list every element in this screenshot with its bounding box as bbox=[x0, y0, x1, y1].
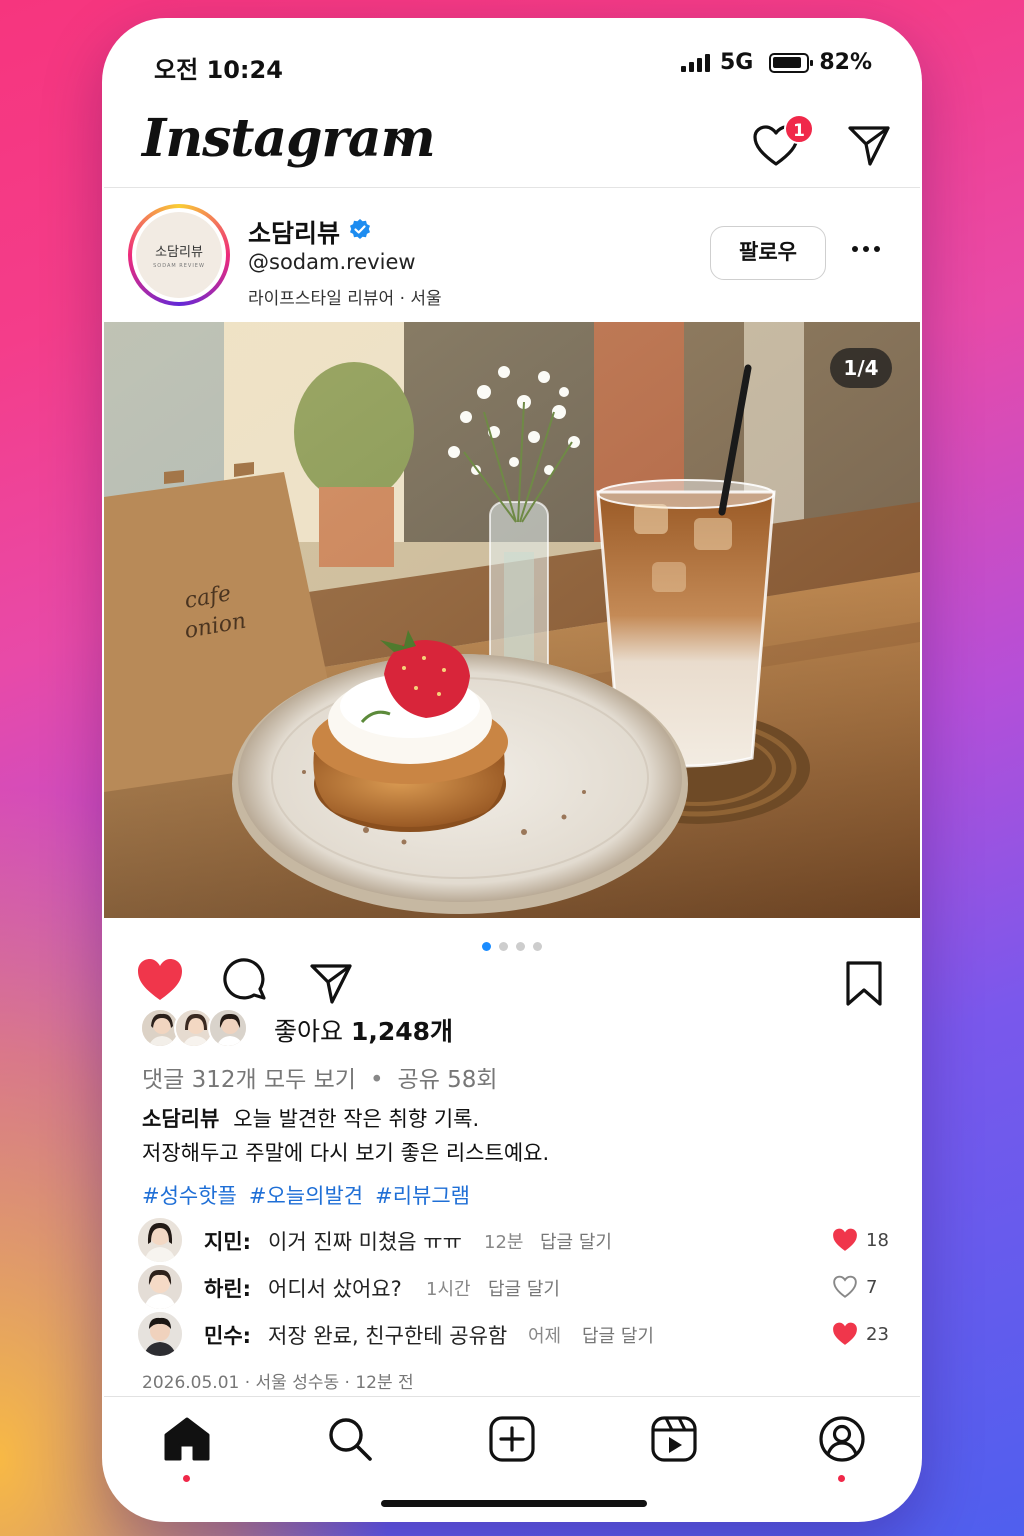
comment-text: 이거 진짜 미쳤음 ㅠㅠ bbox=[268, 1230, 462, 1254]
send-icon[interactable] bbox=[846, 122, 892, 168]
hashtag-link[interactable]: #오늘의발견 bbox=[249, 1184, 363, 1208]
network-label: 5G bbox=[719, 50, 754, 75]
avatar[interactable]: 소담리뷰 SODAM REVIEW bbox=[128, 204, 230, 306]
view-comments-link[interactable]: 댓글 312개 모두 보기 bbox=[142, 1067, 356, 1093]
carousel-dot[interactable] bbox=[516, 942, 525, 951]
reply-button[interactable]: 답글 달기 bbox=[488, 1275, 560, 1301]
comment-like-heart-icon[interactable] bbox=[832, 1228, 858, 1252]
status-indicators: 5G 82% bbox=[680, 50, 872, 75]
like-heart-icon[interactable] bbox=[136, 958, 184, 1002]
caption-author[interactable]: 소담리뷰 bbox=[142, 1107, 219, 1131]
avatar-logo-text: 소담리뷰 bbox=[155, 245, 203, 260]
comment-like-heart-outline-icon[interactable] bbox=[832, 1275, 858, 1299]
carousel-dot[interactable] bbox=[533, 942, 542, 951]
commenter-avatar[interactable] bbox=[138, 1312, 182, 1356]
post-actions bbox=[104, 932, 920, 1010]
create-post-icon[interactable] bbox=[488, 1415, 536, 1463]
reply-button[interactable]: 답글 달기 bbox=[582, 1322, 654, 1348]
comment-like-count: 18 bbox=[866, 1230, 889, 1251]
post-meta: 댓글 312개 모두 보기 • 공유 58회 bbox=[142, 1060, 498, 1094]
commenter-name[interactable]: 지민: bbox=[204, 1226, 251, 1256]
comment-list: 지민: 이거 진짜 미쳤음 ㅠㅠ 12분 답글 달기 18 하린: 어디서 샀어… bbox=[138, 1218, 898, 1359]
hashtags: #성수핫플 #오늘의발견 #리뷰그램 bbox=[142, 1180, 482, 1210]
carousel-dot[interactable] bbox=[499, 942, 508, 951]
battery-percent: 82% bbox=[819, 50, 872, 75]
avatar-logo-subtext: SODAM REVIEW bbox=[153, 263, 205, 269]
comment-item: 지민: 이거 진짜 미쳤음 ㅠㅠ 12분 답글 달기 18 bbox=[138, 1218, 898, 1264]
comment-item: 하린: 어디서 샀어요? 1시간 답글 달기 7 bbox=[138, 1265, 898, 1311]
instagram-logo[interactable]: Instagram bbox=[142, 108, 436, 169]
status-bar: 오전 10:24 5G 82% bbox=[104, 20, 920, 106]
bookmark-icon[interactable] bbox=[844, 960, 884, 1008]
comment-icon[interactable] bbox=[222, 958, 270, 1006]
comment-time: 12분 bbox=[484, 1232, 524, 1253]
commenter-name[interactable]: 민수: bbox=[204, 1320, 251, 1350]
chevron-down-icon[interactable] bbox=[394, 134, 416, 148]
verified-badge-icon bbox=[350, 219, 370, 239]
profile-icon[interactable] bbox=[818, 1415, 866, 1463]
signal-icon bbox=[680, 53, 710, 72]
notification-badge: 1 bbox=[784, 114, 814, 144]
carousel-dots bbox=[482, 942, 542, 951]
reply-button[interactable]: 답글 달기 bbox=[540, 1228, 612, 1254]
more-options-icon[interactable] bbox=[852, 246, 880, 252]
app-header: Instagram 1 bbox=[104, 106, 920, 188]
caption-line-1: 오늘 발견한 작은 취향 기록. bbox=[233, 1107, 480, 1131]
comment-time: 어제 bbox=[528, 1326, 562, 1347]
comment-like-count: 7 bbox=[866, 1277, 878, 1298]
comment-time: 1시간 bbox=[426, 1279, 471, 1300]
author-name[interactable]: 소담리뷰 bbox=[248, 214, 340, 250]
profile-notification-dot bbox=[838, 1475, 845, 1482]
slide-indicator: 1/4 bbox=[830, 348, 892, 388]
home-indicator bbox=[381, 1500, 647, 1507]
comment-item: 민수: 저장 완료, 친구한테 공유함 어제 답글 달기 23 bbox=[138, 1312, 898, 1358]
hashtag-link[interactable]: #리뷰그램 bbox=[375, 1184, 470, 1208]
comment-text: 어디서 샀어요? bbox=[268, 1277, 402, 1301]
liker-avatar bbox=[208, 1008, 248, 1048]
cafe-photo-illustration: cafe onion bbox=[104, 322, 920, 918]
battery-icon bbox=[769, 52, 814, 73]
post-author: 소담리뷰 SODAM REVIEW 소담리뷰 @sodam.review 라이프… bbox=[104, 190, 920, 320]
comment-like-count: 23 bbox=[866, 1324, 889, 1345]
comment-text: 저장 완료, 친구한테 공유함 bbox=[268, 1324, 508, 1348]
home-icon[interactable] bbox=[162, 1415, 212, 1463]
carousel-dot-active[interactable] bbox=[482, 942, 491, 951]
comment-like-heart-icon[interactable] bbox=[832, 1322, 858, 1346]
post-caption: 소담리뷰 오늘 발견한 작은 취향 기록. 저장해두고 주말에 다시 보기 좋은 … bbox=[142, 1102, 862, 1170]
liker-avatars bbox=[140, 1008, 260, 1050]
post-date-location: 2026.05.01 · 서울 성수동 · 12분 전 bbox=[142, 1373, 414, 1393]
share-count: 공유 58회 bbox=[397, 1067, 498, 1093]
search-icon[interactable] bbox=[326, 1415, 374, 1463]
author-handle[interactable]: @sodam.review bbox=[248, 250, 416, 274]
reels-icon[interactable] bbox=[650, 1415, 698, 1463]
meta-separator: • bbox=[369, 1067, 384, 1093]
share-send-icon[interactable] bbox=[308, 960, 354, 1006]
phone-screen: 오전 10:24 5G 82% Instagram 1 소담리뷰 SODAM R… bbox=[102, 18, 922, 1522]
likes-count[interactable]: 좋아요 1,248개 bbox=[274, 1012, 453, 1048]
status-time: 오전 10:24 bbox=[154, 56, 283, 84]
commenter-avatar[interactable] bbox=[138, 1218, 182, 1262]
follow-button[interactable]: 팔로우 bbox=[710, 226, 826, 280]
post-photo[interactable]: cafe onion 1/4 bbox=[104, 322, 920, 918]
hashtag-link[interactable]: #성수핫플 bbox=[142, 1184, 237, 1208]
author-bio: 라이프스타일 리뷰어 · 서울 bbox=[248, 289, 442, 309]
likes-summary[interactable]: 좋아요 1,248개 bbox=[140, 1008, 880, 1052]
commenter-avatar[interactable] bbox=[138, 1265, 182, 1309]
caption-line-2: 저장해두고 주말에 다시 보기 좋은 리스트예요. bbox=[142, 1141, 550, 1165]
commenter-name[interactable]: 하린: bbox=[204, 1273, 251, 1303]
home-active-dot bbox=[183, 1475, 190, 1482]
